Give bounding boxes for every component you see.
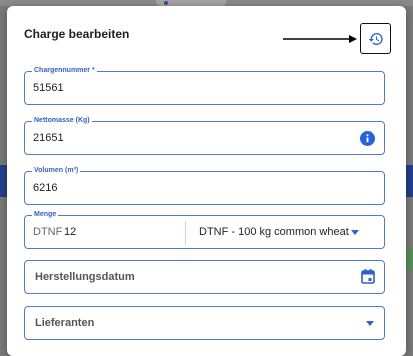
quantity-divider bbox=[185, 221, 186, 245]
volume-field[interactable]: Volumen (m³) 6216 bbox=[24, 166, 385, 205]
volume-label: Volumen (m³) bbox=[32, 166, 81, 176]
suppliers-field[interactable]: Lieferanten bbox=[24, 306, 385, 340]
background-green-button bbox=[405, 248, 413, 270]
quantity-value[interactable]: 12 bbox=[64, 226, 76, 238]
net-mass-field[interactable]: Nettomasse (Kg) 21651 bbox=[24, 116, 385, 155]
volume-value: 6216 bbox=[33, 182, 58, 194]
net-mass-label: Nettomasse (Kg) bbox=[32, 116, 92, 126]
edit-batch-dialog: Charge bearbeiten Chargennummer * 51561 … bbox=[7, 6, 406, 356]
quantity-unit: DTNF bbox=[33, 226, 63, 238]
batch-number-field[interactable]: Chargennummer * 51561 bbox=[24, 66, 385, 105]
batch-number-label: Chargennummer * bbox=[32, 66, 97, 76]
chevron-down-icon[interactable] bbox=[366, 321, 374, 326]
chip-dot-icon bbox=[164, 1, 168, 5]
quantity-label: Menge bbox=[32, 210, 59, 220]
production-date-field[interactable]: Herstellungsdatum bbox=[24, 260, 385, 294]
suppliers-placeholder: Lieferanten bbox=[35, 317, 95, 329]
history-icon bbox=[368, 32, 383, 45]
dialog-title: Charge bearbeiten bbox=[24, 27, 130, 41]
info-icon[interactable] bbox=[360, 131, 375, 146]
production-date-placeholder: Herstellungsdatum bbox=[35, 271, 135, 283]
quantity-field[interactable]: Menge DTNF 12 DTNF - 100 kg common wheat bbox=[24, 210, 385, 249]
arrow-annotation-icon bbox=[283, 35, 357, 43]
history-button[interactable] bbox=[360, 23, 391, 54]
net-mass-value: 21651 bbox=[33, 132, 64, 144]
chevron-down-icon[interactable] bbox=[351, 230, 359, 235]
calendar-icon[interactable] bbox=[361, 269, 375, 284]
batch-number-value: 51561 bbox=[33, 82, 64, 94]
unit-select-value[interactable]: DTNF - 100 kg common wheat bbox=[199, 226, 349, 238]
